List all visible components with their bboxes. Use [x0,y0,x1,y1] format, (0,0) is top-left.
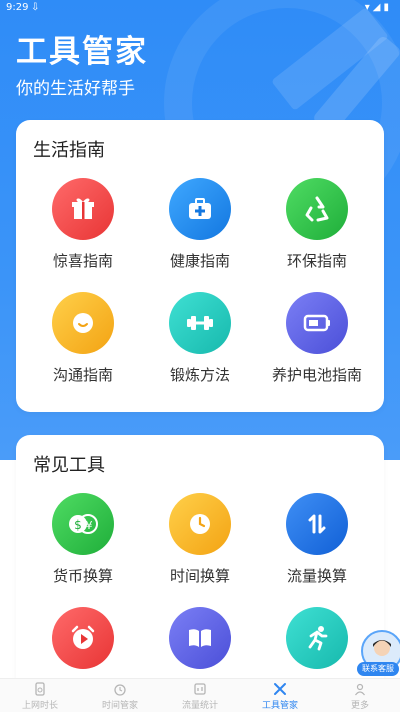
customer-service-label: 联系客服 [357,662,399,676]
section-title-life: 生活指南 [33,140,105,161]
alarm-icon [80,682,160,698]
page-title: 工具管家 [16,34,148,70]
gift-icon [52,178,114,240]
life-item-label: 沟通指南 [52,366,113,384]
status-time: 9:29 [6,2,29,13]
book-icon [169,607,231,669]
tab-data-stats[interactable]: 流量统计 [160,679,240,712]
life-guide-card: 生活指南 惊喜指南 健康指南 环保指南 沟通指南 锻炼方法 养护电池指南 [16,120,384,412]
tab-label: 更多 [350,701,369,711]
life-item-label: 健康指南 [169,252,230,270]
life-item-health[interactable]: 健康指南 [141,178,259,271]
phone-time-icon [0,682,80,698]
signal-icon: ◢ [372,2,384,13]
data-stats-icon [160,682,240,698]
battery-icon [286,292,348,354]
alarm-play-icon [52,607,114,669]
tool-item-data[interactable]: 流量换算 [258,493,376,586]
life-item-eco[interactable]: 环保指南 [258,178,376,271]
tool-item-currency[interactable]: $ ¥ 货币换算 [24,493,142,586]
status-icons: ▾◢▮ [365,2,392,13]
chat-bubble-icon [52,292,114,354]
tab-online-time[interactable]: 上网时长 [0,679,80,712]
life-item-surprise[interactable]: 惊喜指南 [24,178,142,271]
tool-item-time[interactable]: 时间换算 [141,493,259,586]
life-item-label: 惊喜指南 [52,252,113,270]
tool-item-alarm[interactable] [24,607,142,679]
clock-icon [169,493,231,555]
tab-more[interactable]: 更多 [320,679,400,712]
svg-text:$: $ [74,518,82,532]
wifi-icon: ▾ [364,2,373,13]
life-item-exercise[interactable]: 锻炼方法 [141,292,259,385]
tab-label: 流量统计 [181,701,218,711]
life-item-battery[interactable]: 养护电池指南 [258,292,376,385]
tool-item-label: 货币换算 [52,567,113,585]
tab-tool-manager[interactable]: 工具管家 [240,679,320,712]
tool-item-label: 流量换算 [286,567,347,585]
status-bar: 9:29 ⇩ ▾◢▮ [0,0,400,16]
recycle-icon [286,178,348,240]
currency-exchange-icon: $ ¥ [52,493,114,555]
battery-status-icon: ▮ [383,2,392,13]
tab-label: 上网时长 [21,701,58,711]
life-item-label: 锻炼方法 [169,366,230,384]
life-item-communication[interactable]: 沟通指南 [24,292,142,385]
common-tools-card: 常见工具 $ ¥ 货币换算 时间换算 流量换算 [16,435,384,695]
download-icon: ⇩ [31,2,40,13]
svg-text:¥: ¥ [86,519,93,532]
running-icon [286,607,348,669]
dumbbell-icon [169,292,231,354]
swap-arrows-icon [286,493,348,555]
tool-item-book[interactable] [141,607,259,679]
tab-label: 工具管家 [261,701,298,711]
tab-time-manager[interactable]: 时间管家 [80,679,160,712]
life-item-label: 养护电池指南 [271,366,362,384]
medical-kit-icon [169,178,231,240]
page-subtitle: 你的生活好帮手 [16,79,135,99]
customer-service-button[interactable]: 联系客服 [357,630,400,678]
tab-label: 时间管家 [101,701,138,711]
life-item-label: 环保指南 [286,252,347,270]
bottom-tab-bar: 上网时长 时间管家 流量统计 工具管家 更多 [0,678,400,712]
person-icon [320,682,400,698]
tool-item-label: 时间换算 [169,567,230,585]
tools-icon [240,682,320,698]
section-title-tools: 常见工具 [33,455,105,476]
